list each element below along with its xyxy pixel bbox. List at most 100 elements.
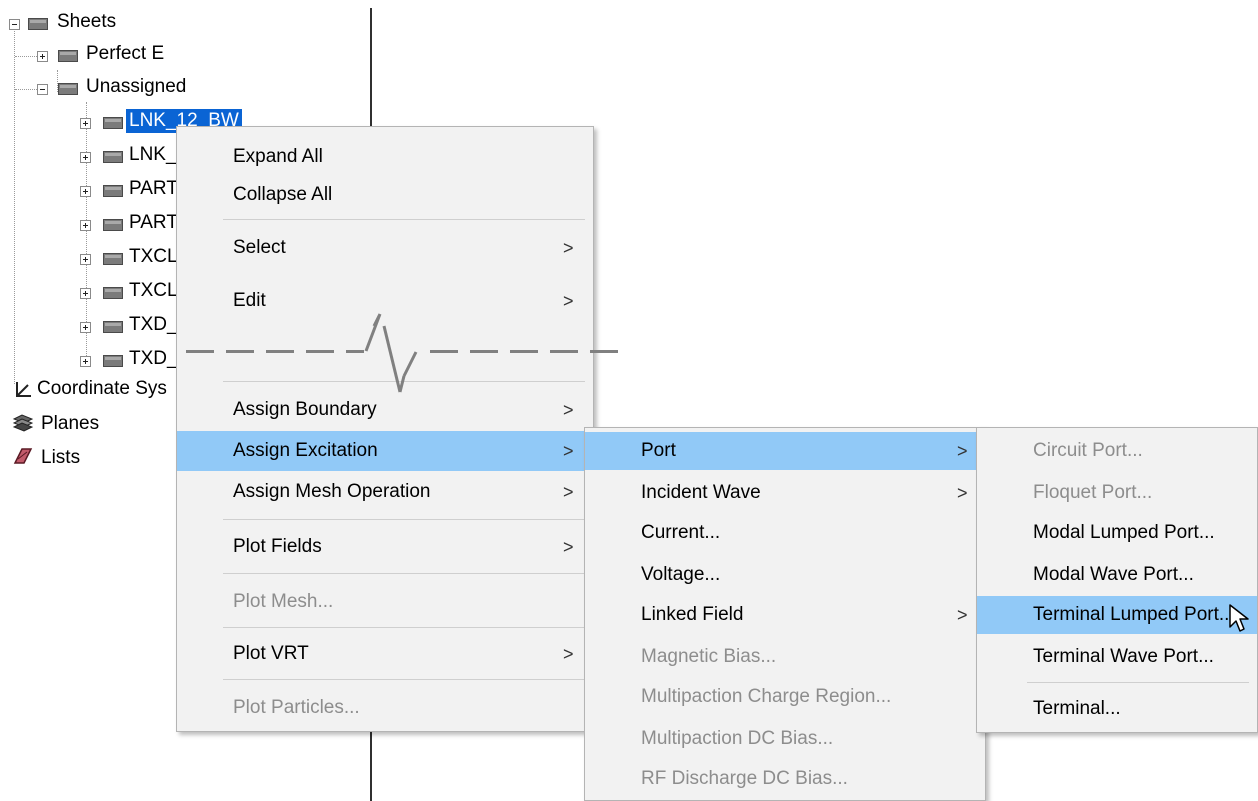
expand-toggle[interactable]: [80, 186, 91, 197]
menu-item-label: Port: [641, 440, 676, 461]
menu-item-collapse-all[interactable]: Collapse All: [177, 177, 593, 213]
menu-item-label: Select: [233, 237, 286, 258]
break-marker: [266, 350, 294, 353]
folder-icon: [103, 253, 123, 265]
menu-item-modal-lumped-port[interactable]: Modal Lumped Port...: [977, 514, 1257, 552]
menu-item-label: Terminal Lumped Port...: [1033, 604, 1235, 625]
break-marker: [306, 350, 334, 353]
folder-icon: [103, 185, 123, 197]
expand-toggle[interactable]: [80, 356, 91, 367]
submenu-arrow-icon: >: [563, 481, 574, 502]
submenu-arrow-icon: >: [563, 237, 574, 258]
tree-item[interactable]: PART: [129, 177, 178, 201]
submenu-arrow-icon: >: [563, 643, 574, 664]
context-menu: Expand All Collapse All Select > Edit > …: [176, 126, 594, 732]
menu-item-assign-mesh-operation[interactable]: Assign Mesh Operation >: [177, 473, 593, 511]
menu-item-label: Terminal...: [1033, 698, 1121, 719]
menu-item-label: Voltage...: [641, 564, 721, 585]
menu-item-label: Assign Excitation: [233, 440, 378, 461]
menu-item-select[interactable]: Select >: [177, 229, 593, 267]
menu-item-floquet-port[interactable]: Floquet Port...: [977, 474, 1257, 512]
menu-item-label: Expand All: [233, 146, 323, 167]
expand-toggle[interactable]: [37, 51, 48, 62]
menu-item-magnetic-bias[interactable]: Magnetic Bias...: [585, 638, 985, 676]
menu-item-label: Circuit Port...: [1033, 440, 1143, 461]
folder-icon: [103, 287, 123, 299]
menu-item-expand-all[interactable]: Expand All: [177, 139, 593, 175]
tree-node-coordinate-systems[interactable]: Coordinate Sys: [37, 377, 167, 401]
folder-icon: [103, 117, 123, 129]
expand-toggle[interactable]: [80, 254, 91, 265]
break-marker: [590, 350, 618, 353]
coordinate-system-icon: [16, 382, 31, 397]
submenu-arrow-icon: >: [563, 290, 574, 311]
menu-item-incident-wave[interactable]: Incident Wave >: [585, 474, 985, 512]
tree-item[interactable]: TXCL: [129, 279, 178, 303]
menu-item-label: Assign Mesh Operation: [233, 481, 431, 502]
expand-toggle[interactable]: [80, 322, 91, 333]
menu-item-label: Magnetic Bias...: [641, 646, 777, 667]
tree-node-perfect-e[interactable]: Perfect E: [86, 42, 164, 66]
tree-item[interactable]: TXD_: [129, 347, 178, 371]
menu-item-label: Collapse All: [233, 184, 333, 205]
collapse-toggle[interactable]: [37, 84, 48, 95]
menu-item-terminal[interactable]: Terminal...: [977, 690, 1257, 728]
menu-item-label: Modal Lumped Port...: [1033, 522, 1215, 543]
tree-node-unassigned[interactable]: Unassigned: [86, 75, 186, 99]
submenu-arrow-icon: >: [563, 440, 574, 461]
folder-icon: [58, 83, 78, 95]
break-marker: [186, 350, 214, 353]
expand-toggle[interactable]: [80, 152, 91, 163]
menu-item-multipaction-dc-bias[interactable]: Multipaction DC Bias...: [585, 720, 985, 758]
menu-item-label: Floquet Port...: [1033, 482, 1153, 503]
expand-toggle[interactable]: [80, 118, 91, 129]
expand-toggle[interactable]: [80, 220, 91, 231]
break-marker: [550, 350, 578, 353]
menu-item-label: Multipaction DC Bias...: [641, 728, 834, 749]
submenu-arrow-icon: >: [563, 399, 574, 420]
tree-node-planes[interactable]: Planes: [41, 412, 99, 436]
menu-item-plot-particles[interactable]: Plot Particles...: [177, 689, 593, 727]
menu-item-plot-fields[interactable]: Plot Fields >: [177, 527, 593, 567]
tree-node-lists[interactable]: Lists: [41, 446, 80, 470]
menu-item-current[interactable]: Current...: [585, 514, 985, 552]
tree-item[interactable]: TXD_: [129, 313, 178, 337]
menu-item-label: Modal Wave Port...: [1033, 564, 1194, 585]
tree-node-sheets[interactable]: Sheets: [57, 10, 116, 34]
tree-guide-line: [14, 28, 15, 384]
menu-item-label: Plot Particles...: [233, 697, 360, 718]
menu-separator: [223, 519, 585, 520]
menu-item-port[interactable]: Port >: [585, 432, 985, 470]
tree-item[interactable]: TXCL: [129, 245, 178, 269]
menu-item-modal-wave-port[interactable]: Modal Wave Port...: [977, 556, 1257, 594]
menu-item-label: Terminal Wave Port...: [1033, 646, 1214, 667]
menu-item-circuit-port[interactable]: Circuit Port...: [977, 432, 1257, 470]
collapse-toggle[interactable]: [9, 19, 20, 30]
menu-item-assign-boundary[interactable]: Assign Boundary >: [177, 391, 593, 429]
break-marker: [430, 350, 458, 353]
menu-item-plot-vrt[interactable]: Plot VRT >: [177, 635, 593, 673]
menu-separator: [223, 219, 585, 220]
menu-item-rf-discharge-dc-bias[interactable]: RF Discharge DC Bias...: [585, 760, 985, 798]
expand-toggle[interactable]: [80, 288, 91, 299]
menu-item-plot-mesh[interactable]: Plot Mesh...: [177, 583, 593, 621]
menu-item-label: Multipaction Charge Region...: [641, 686, 892, 707]
tree-item[interactable]: PART: [129, 211, 178, 235]
menu-item-terminal-lumped-port[interactable]: Terminal Lumped Port...: [977, 596, 1257, 634]
menu-item-linked-field[interactable]: Linked Field >: [585, 596, 985, 634]
break-zigzag-icon: [364, 313, 418, 393]
menu-separator: [223, 573, 585, 574]
menu-item-label: Plot Mesh...: [233, 591, 334, 612]
menu-item-label: Linked Field: [641, 604, 744, 625]
menu-item-assign-excitation[interactable]: Assign Excitation >: [177, 431, 593, 471]
folder-icon: [58, 50, 78, 62]
menu-item-multipaction-charge-region[interactable]: Multipaction Charge Region...: [585, 678, 985, 716]
menu-item-voltage[interactable]: Voltage...: [585, 556, 985, 594]
mouse-cursor-icon: [1229, 604, 1249, 632]
break-marker: [470, 350, 498, 353]
folder-icon: [103, 219, 123, 231]
menu-item-terminal-wave-port[interactable]: Terminal Wave Port...: [977, 638, 1257, 676]
menu-item-label: Assign Boundary: [233, 399, 377, 420]
submenu-arrow-icon: >: [957, 604, 968, 625]
tree-item[interactable]: LNK_: [129, 143, 177, 167]
